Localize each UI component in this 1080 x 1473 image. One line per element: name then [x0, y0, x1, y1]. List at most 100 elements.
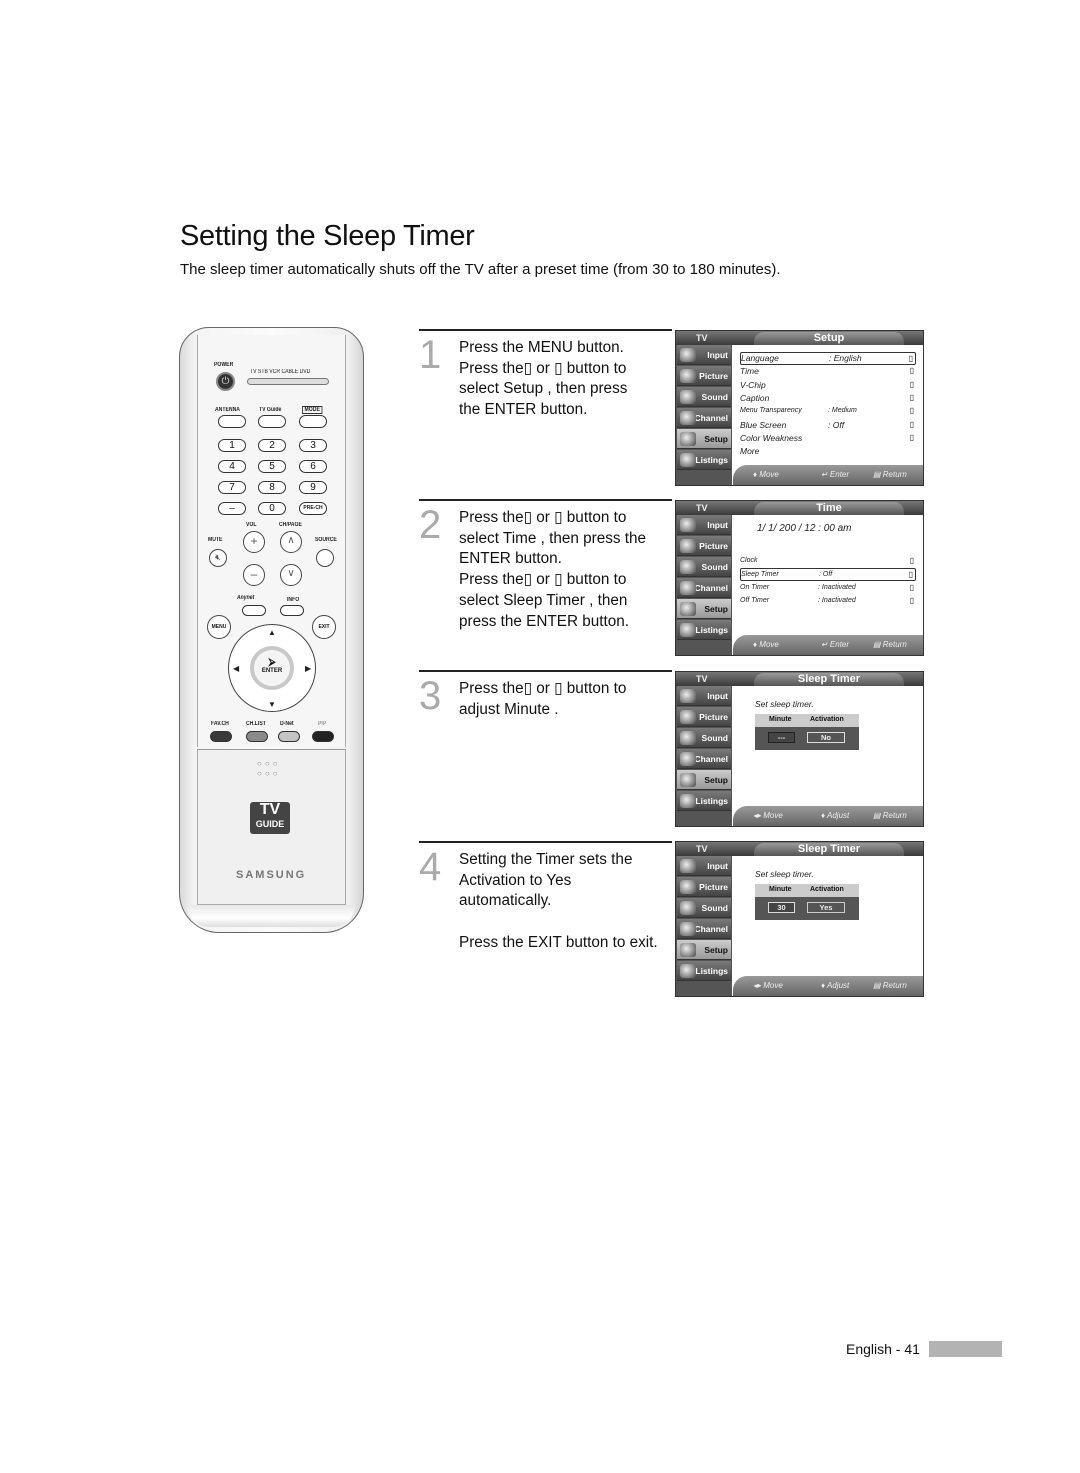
menu-item[interactable]: Clock ▯: [740, 555, 916, 567]
menu-item[interactable]: Menu Transparency: Medium ▯: [740, 405, 916, 417]
sidebar-item-channel[interactable]: Channel: [677, 749, 731, 769]
sidebar-item-input[interactable]: Input: [677, 686, 731, 706]
step-instructions: Press the▯ or ▯ button to select Time , …: [459, 509, 647, 630]
arrow-down-icon[interactable]: ▼: [268, 700, 276, 709]
d-net-button[interactable]: [278, 731, 300, 742]
sleep-timer-table: Minute Activation --- No: [755, 714, 859, 750]
digit-3-button[interactable]: 3: [299, 439, 327, 452]
ch-list-button[interactable]: [246, 731, 268, 742]
sidebar-item-picture[interactable]: Picture: [677, 707, 731, 727]
menu-item-label: Language: [741, 353, 779, 363]
ch-down-button[interactable]: ∨: [280, 564, 302, 586]
menu-item[interactable]: More: [740, 445, 916, 457]
sound-icon: [680, 390, 696, 404]
digit-1-button[interactable]: 1: [218, 439, 246, 452]
menu-item[interactable]: V-Chip ▯: [740, 379, 916, 391]
menu-item[interactable]: Blue Screen: Off ▯: [740, 419, 916, 431]
mode-button[interactable]: [299, 415, 327, 428]
sidebar-item-setup[interactable]: Setup: [677, 599, 731, 619]
sidebar-item-channel[interactable]: Channel: [677, 408, 731, 428]
fav-ch-button[interactable]: [210, 731, 232, 742]
submenu-arrow-icon: ▯: [909, 595, 914, 605]
digit-2-button[interactable]: 2: [258, 439, 286, 452]
sidebar-item-channel[interactable]: Channel: [677, 578, 731, 598]
tv-menu-body: Set sleep timer. Minute Activation --- No: [733, 686, 923, 812]
menu-item[interactable]: Language: English ▯: [740, 352, 916, 365]
tv-logo: TV: [696, 674, 708, 684]
info-button[interactable]: [280, 605, 304, 616]
arrow-right-icon[interactable]: ▶: [305, 664, 311, 673]
dash-button[interactable]: –: [218, 502, 246, 515]
power-button[interactable]: ⏻: [216, 372, 235, 391]
menu-item[interactable]: Color Weakness ▯: [740, 432, 916, 444]
digit-0-button[interactable]: 0: [258, 502, 286, 515]
navigation-pad[interactable]: ▲ ▼ ◀ ▶ ⮚ ENTER: [228, 624, 316, 712]
sidebar-item-picture[interactable]: Picture: [677, 366, 731, 386]
menu-item[interactable]: Time ▯: [740, 365, 916, 377]
sidebar-item-setup[interactable]: Setup: [677, 770, 731, 790]
menu-item[interactable]: Sleep Timer: Off ▯: [740, 568, 916, 582]
footer-hint: ◂▸ Move: [753, 811, 783, 820]
digit-7-button[interactable]: 7: [218, 481, 246, 494]
activation-field[interactable]: No: [807, 732, 845, 743]
vol-down-button[interactable]: –: [243, 564, 265, 586]
digit-6-button[interactable]: 6: [299, 460, 327, 473]
sidebar-item-input[interactable]: Input: [677, 856, 731, 876]
sidebar-item-picture[interactable]: Picture: [677, 877, 731, 897]
enter-button[interactable]: ⮚ ENTER: [250, 646, 294, 690]
sidebar-item-channel[interactable]: Channel: [677, 919, 731, 939]
menu-item-label: More: [740, 446, 760, 457]
sidebar-item-picture[interactable]: Picture: [677, 536, 731, 556]
arrow-up-icon[interactable]: ▲: [268, 628, 276, 637]
sidebar-item-label: Channel: [694, 413, 728, 423]
arrow-left-icon[interactable]: ◀: [233, 664, 239, 673]
sidebar-item-listings[interactable]: Listings: [677, 450, 731, 470]
mode-indicator-bar: [247, 378, 329, 385]
menu-button[interactable]: MENU: [207, 615, 231, 639]
submenu-arrow-icon: ▯: [908, 354, 913, 363]
sidebar-item-listings[interactable]: Listings: [677, 791, 731, 811]
menu-item-label: Blue Screen: [740, 419, 787, 430]
instruction-text: Set sleep timer.: [755, 869, 814, 879]
menu-item-value: : Inactivated: [818, 596, 856, 604]
antenna-button[interactable]: [218, 415, 246, 428]
exit-button[interactable]: EXIT: [312, 615, 336, 639]
pre-ch-button[interactable]: PRE-CH: [299, 502, 327, 515]
input-icon: [680, 348, 696, 362]
tvguide-button[interactable]: [258, 415, 286, 428]
sidebar-item-input[interactable]: Input: [677, 515, 731, 535]
menu-title: Sleep Timer: [754, 673, 904, 686]
sidebar-item-listings[interactable]: Listings: [677, 961, 731, 981]
digit-4-button[interactable]: 4: [218, 460, 246, 473]
digit-5-button[interactable]: 5: [258, 460, 286, 473]
pip-button[interactable]: [312, 731, 334, 742]
ch-up-button[interactable]: ∧: [280, 531, 302, 553]
vol-up-button[interactable]: +: [243, 531, 265, 553]
sidebar-item-input[interactable]: Input: [677, 345, 731, 365]
mode-labels: TV STB VCR CABLE DVD: [250, 369, 311, 375]
sidebar-item-sound[interactable]: Sound: [677, 898, 731, 918]
digit-9-button[interactable]: 9: [299, 481, 327, 494]
sidebar-item-sound[interactable]: Sound: [677, 387, 731, 407]
tv-menu-header: TV Sleep Timer: [676, 672, 923, 686]
sidebar-item-setup[interactable]: Setup: [677, 429, 731, 449]
menu-item-label: Time: [740, 366, 759, 377]
sidebar-item-label: Sound: [701, 733, 728, 743]
source-button[interactable]: [316, 549, 334, 567]
tv-sidebar: Input Picture Sound Channel Setup Listings: [676, 345, 732, 485]
sidebar-item-sound[interactable]: Sound: [677, 557, 731, 577]
minute-field[interactable]: 30: [768, 902, 795, 913]
menu-item[interactable]: Caption ▯: [740, 392, 916, 404]
minute-field[interactable]: ---: [768, 732, 795, 743]
menu-item[interactable]: Off Timer: Inactivated ▯: [740, 595, 916, 607]
menu-item[interactable]: On Timer: Inactivated ▯: [740, 582, 916, 594]
digit-8-button[interactable]: 8: [258, 481, 286, 494]
sidebar-item-listings[interactable]: Listings: [677, 620, 731, 640]
mute-button[interactable]: 🔇︎: [209, 549, 227, 567]
menu-item-label: V-Chip: [740, 379, 766, 390]
sidebar-item-sound[interactable]: Sound: [677, 728, 731, 748]
activation-field[interactable]: Yes: [807, 902, 845, 913]
sidebar-item-setup[interactable]: Setup: [677, 940, 731, 960]
anynet-button[interactable]: [242, 605, 266, 616]
chevron-down-icon: ∨: [287, 568, 295, 579]
